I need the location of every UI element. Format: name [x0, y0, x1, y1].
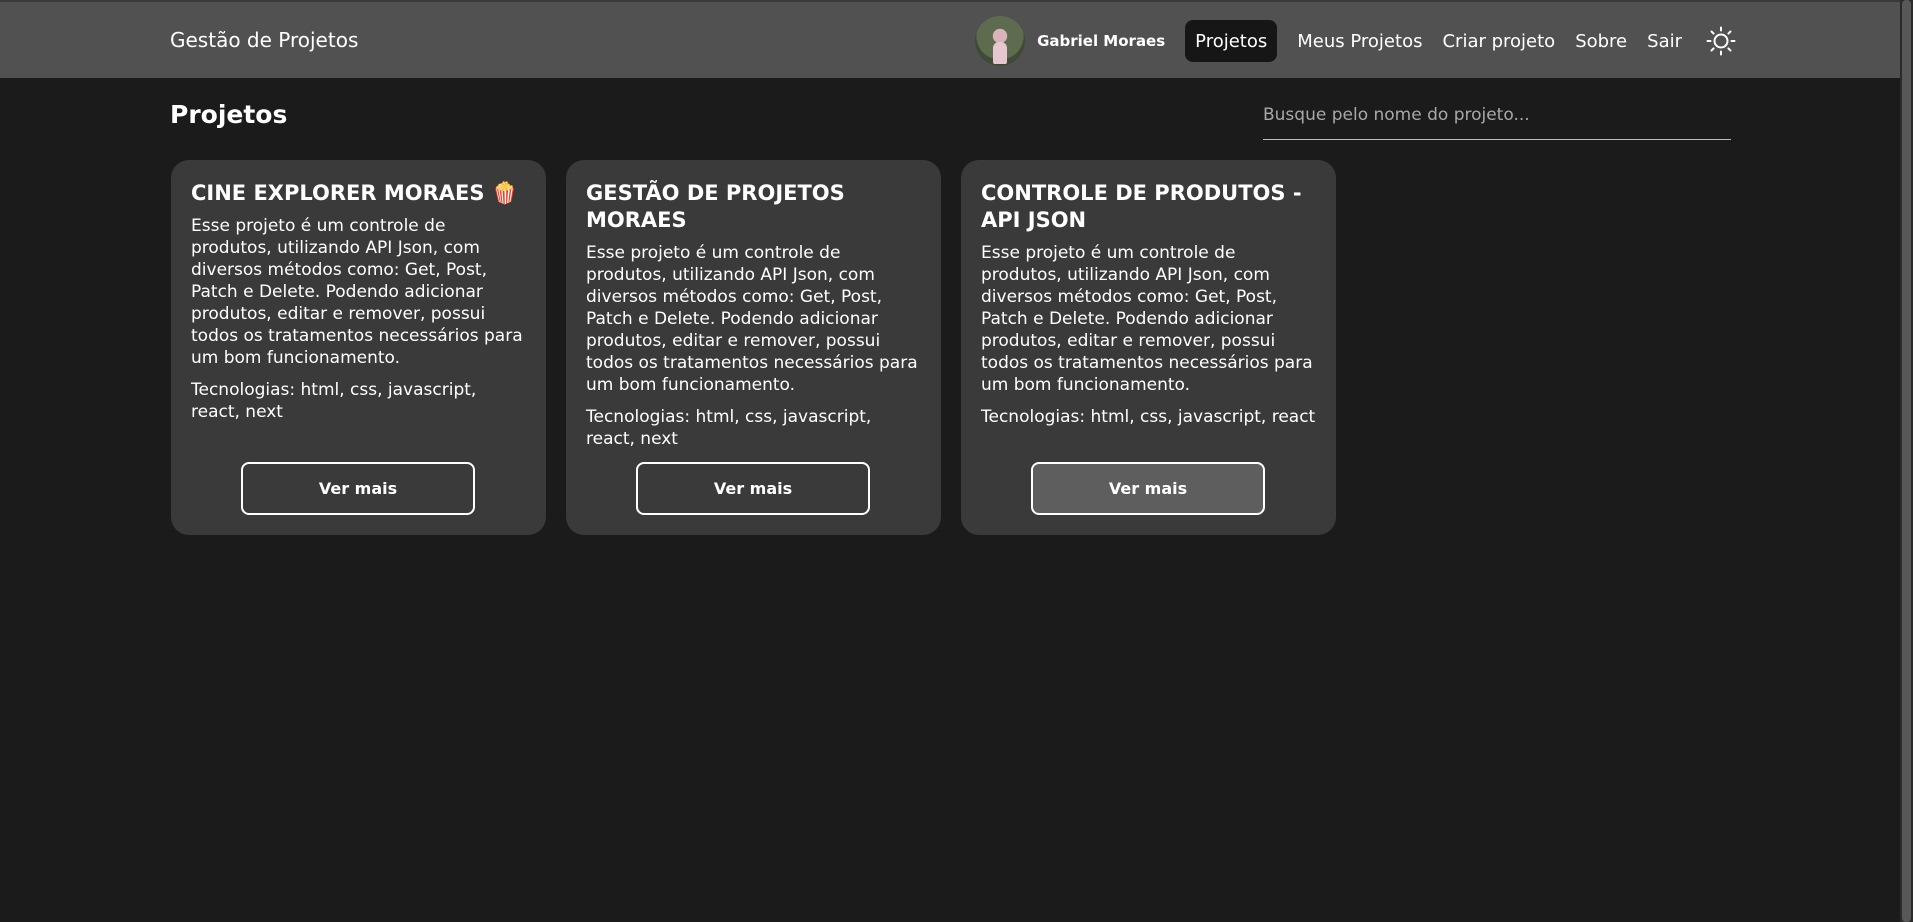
scrollbar[interactable] — [1900, 0, 1913, 922]
project-card: GESTÃO DE PROJETOS MORAES Esse projeto é… — [566, 160, 941, 535]
card-title: CINE EXPLORER MORAES 🍿 — [191, 181, 518, 205]
theme-toggle-button[interactable] — [1704, 24, 1738, 58]
user-name: Gabriel Moraes — [1037, 32, 1166, 50]
ver-mais-button[interactable]: Ver mais — [636, 462, 870, 515]
brand-title[interactable]: Gestão de Projetos — [170, 28, 358, 52]
search-bar — [1263, 98, 1731, 140]
sun-icon — [1706, 26, 1736, 56]
nav-link-sair[interactable]: Sair — [1637, 20, 1692, 62]
card-technologies: Tecnologias: html, css, javascript, reac… — [586, 407, 872, 449]
avatar[interactable] — [975, 16, 1026, 66]
nav-link-criar-projeto[interactable]: Criar projeto — [1432, 20, 1565, 62]
card-description: Esse projeto é um controle de produtos, … — [586, 243, 918, 395]
project-cards: CINE EXPLORER MORAES 🍿 Esse projeto é um… — [171, 160, 1336, 535]
card-technologies: Tecnologias: html, css, javascript, reac… — [191, 380, 477, 422]
project-card: CINE EXPLORER MORAES 🍿 Esse projeto é um… — [171, 160, 546, 535]
scrollbar-thumb[interactable] — [1902, 0, 1911, 922]
nav-link-meus-projetos[interactable]: Meus Projetos — [1287, 20, 1432, 62]
card-description: Esse projeto é um controle de produtos, … — [191, 216, 523, 368]
card-technologies: Tecnologias: html, css, javascript, reac… — [981, 407, 1316, 427]
nav-right: Gabriel Moraes Projetos Meus Projetos Cr… — [975, 16, 1738, 66]
search-input[interactable] — [1263, 98, 1731, 132]
card-title: GESTÃO DE PROJETOS MORAES — [586, 181, 845, 232]
ver-mais-button[interactable]: Ver mais — [241, 462, 475, 515]
top-navbar: Gestão de Projetos Gabriel Moraes Projet… — [0, 0, 1900, 78]
card-title: CONTROLE DE PRODUTOS - API JSON — [981, 181, 1302, 232]
nav-link-sobre[interactable]: Sobre — [1565, 20, 1637, 62]
ver-mais-button[interactable]: Ver mais — [1031, 462, 1265, 515]
nav-link-projetos[interactable]: Projetos — [1185, 20, 1278, 62]
card-description: Esse projeto é um controle de produtos, … — [981, 243, 1313, 395]
project-card: CONTROLE DE PRODUTOS - API JSON Esse pro… — [961, 160, 1336, 535]
page-title: Projetos — [170, 100, 288, 129]
